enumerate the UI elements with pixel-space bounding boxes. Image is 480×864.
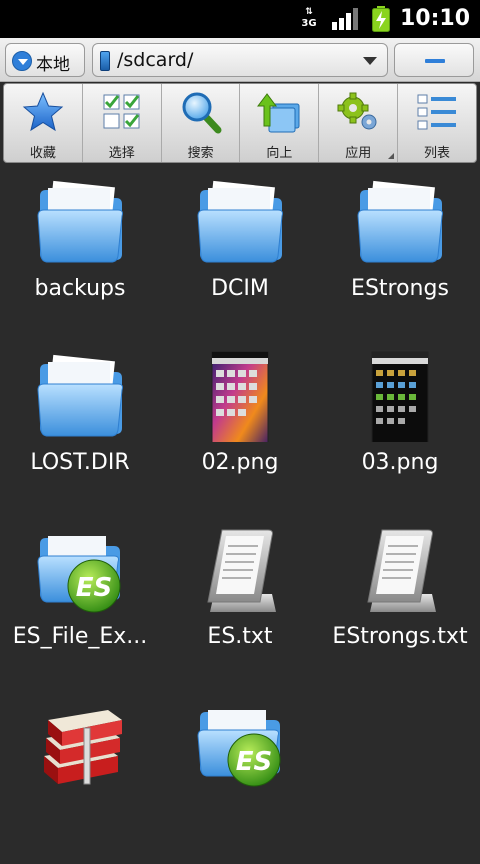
toolbar-label: 向上 <box>266 146 293 161</box>
file-name: EStrongs <box>351 276 449 301</box>
text-file-icon <box>367 529 436 612</box>
file-item[interactable]: ES ES_File_Ex... <box>0 516 160 690</box>
battery-charging-icon <box>372 6 390 32</box>
file-item[interactable]: LOST.DIR <box>0 342 160 516</box>
folder-icon <box>197 180 283 263</box>
svg-text:ES: ES <box>236 747 273 777</box>
network-icon: ⇅ 3G <box>301 7 317 29</box>
zip-archive-icon <box>44 710 122 785</box>
file-item[interactable] <box>0 690 160 864</box>
select-button[interactable]: 选择 <box>83 84 162 162</box>
signal-icon <box>332 8 358 30</box>
search-button[interactable]: 搜索 <box>162 84 241 162</box>
es-app-icon: ES <box>37 536 121 613</box>
apps-button[interactable]: 应用 <box>319 84 399 162</box>
select-icon <box>103 94 140 129</box>
search-icon <box>182 92 222 134</box>
file-item[interactable]: backups <box>0 168 160 342</box>
toolbar-label: 列表 <box>424 146 451 161</box>
file-name: LOST.DIR <box>30 450 130 475</box>
folder-icon <box>37 354 123 437</box>
file-name: ES_File_Ex... <box>12 624 148 649</box>
file-name: 02.png <box>201 450 279 475</box>
up-icon <box>257 93 300 133</box>
gear-icon <box>337 92 377 130</box>
folder-icon <box>357 180 443 263</box>
file-name: ES.txt <box>207 624 273 649</box>
toolbar: 收藏 选择 搜索 向上 应用 列表 <box>3 83 477 163</box>
dropdown-arrow-icon <box>363 57 377 65</box>
star-icon <box>22 91 64 132</box>
file-item[interactable]: DCIM <box>160 168 320 342</box>
file-name: 03.png <box>361 450 439 475</box>
file-name: EStrongs.txt <box>332 624 468 649</box>
toolbar-label: 搜索 <box>187 146 214 161</box>
phone-icon <box>100 51 110 71</box>
image-thumbnail-icon <box>371 351 429 442</box>
file-item[interactable]: ES.txt <box>160 516 320 690</box>
toolbar-label: 选择 <box>108 146 135 161</box>
toolbar-label: 应用 <box>345 146 372 161</box>
chevron-down-icon <box>12 51 32 71</box>
list-view-button[interactable]: 列表 <box>398 84 476 162</box>
file-item[interactable]: 02.png <box>160 342 320 516</box>
file-name: backups <box>34 276 126 301</box>
location-selector-button[interactable]: 本地 <box>5 43 85 77</box>
more-indicator-icon <box>388 153 395 159</box>
location-label: 本地 <box>36 55 70 75</box>
file-item[interactable]: 03.png <box>320 342 480 516</box>
status-bar: ⇅ 3G 10:10 <box>0 0 480 38</box>
favorites-button[interactable]: 收藏 <box>4 84 83 162</box>
clock: 10:10 <box>399 6 470 31</box>
folder-icon <box>37 180 123 263</box>
text-file-icon <box>207 529 276 612</box>
network-type: 3G <box>301 18 317 29</box>
file-item[interactable]: EStrongs.txt <box>320 516 480 690</box>
path-label: /sdcard/ <box>117 49 194 71</box>
file-item[interactable]: ES <box>160 690 320 864</box>
toolbar-label: 收藏 <box>29 146 56 161</box>
file-item[interactable]: EStrongs <box>320 168 480 342</box>
file-name: DCIM <box>211 276 269 301</box>
path-dropdown[interactable]: /sdcard/ <box>92 43 388 77</box>
collapse-button[interactable] <box>394 43 474 77</box>
up-button[interactable]: 向上 <box>240 84 320 162</box>
top-bar: 本地 /sdcard/ <box>0 38 480 82</box>
image-thumbnail-icon <box>211 351 269 442</box>
es-app-icon: ES <box>197 710 281 787</box>
list-icon <box>417 94 457 130</box>
svg-text:ES: ES <box>76 573 113 603</box>
